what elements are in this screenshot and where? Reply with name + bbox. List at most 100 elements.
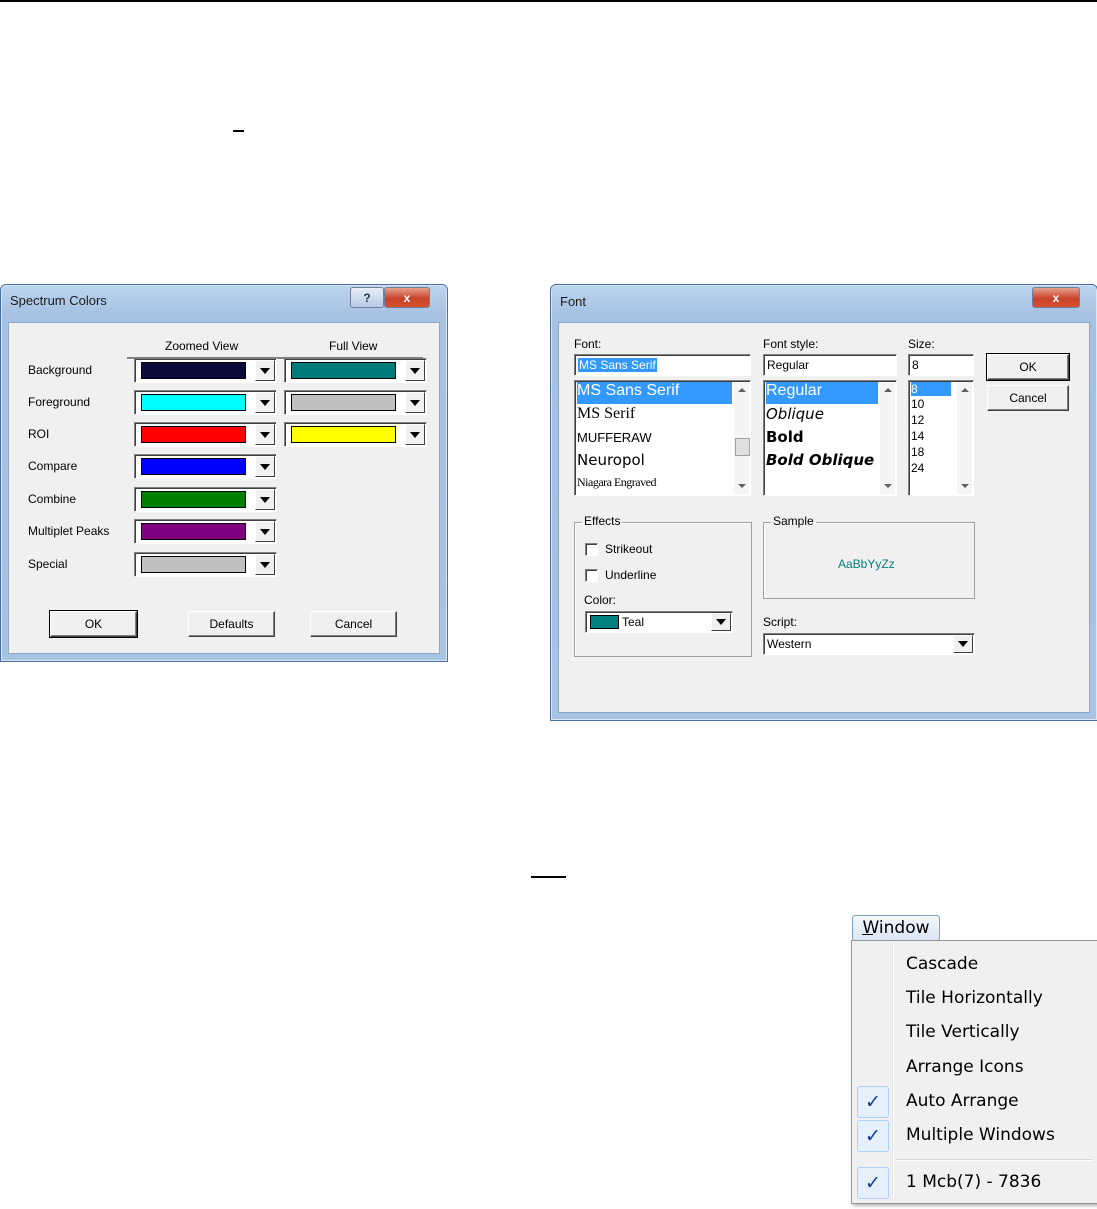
font-list-item[interactable]: MUFFERAW — [577, 430, 732, 445]
color-row-label: Foreground — [28, 395, 91, 409]
color-row-label: Special — [28, 557, 68, 571]
color-swatch — [590, 615, 619, 629]
size-item[interactable]: 24 — [911, 461, 955, 475]
dropdown-button[interactable] — [953, 635, 973, 653]
dropdown-button[interactable] — [255, 360, 275, 381]
font-list-scrollbar[interactable] — [734, 382, 750, 494]
font-style-item[interactable]: Bold Oblique — [766, 451, 878, 469]
close-button[interactable]: x — [1032, 287, 1080, 308]
font-list-item[interactable]: Niagara Engraved — [577, 475, 732, 490]
scroll-up-icon[interactable] — [961, 388, 969, 392]
zoomed-color-select[interactable] — [134, 422, 277, 447]
zoomed-color-select[interactable] — [134, 358, 277, 383]
font-list-item[interactable]: MS Serif — [577, 405, 732, 423]
color-label: Color: — [584, 593, 617, 607]
script-value: Western — [767, 637, 812, 651]
underline-checkbox[interactable] — [585, 569, 598, 582]
menu-item[interactable]: Arrange Icons — [906, 1057, 1024, 1077]
dropdown-button[interactable] — [255, 554, 275, 575]
dropdown-button[interactable] — [255, 392, 275, 413]
ok-button[interactable]: OK — [986, 353, 1070, 381]
color-swatch — [141, 362, 246, 379]
menu-item[interactable]: Cascade — [906, 954, 978, 974]
chevron-down-icon — [410, 367, 420, 374]
font-style-item[interactable]: Regular — [766, 382, 878, 404]
font-style-item[interactable]: Oblique — [766, 405, 878, 423]
size-item[interactable]: 18 — [911, 445, 955, 459]
style-list-scrollbar[interactable] — [880, 382, 895, 494]
mnemonic-underline — [862, 934, 873, 935]
scroll-down-icon[interactable] — [884, 484, 892, 488]
full-color-select[interactable] — [284, 422, 427, 447]
defaults-button[interactable]: Defaults — [188, 611, 275, 637]
full-color-select[interactable] — [284, 358, 427, 383]
font-list-item[interactable]: Neuropol — [577, 451, 732, 469]
size-item[interactable]: 12 — [911, 413, 955, 427]
dialog-title: Spectrum Colors — [10, 293, 107, 308]
size-item[interactable]: 14 — [911, 429, 955, 443]
menu-item[interactable]: Tile Vertically — [906, 1022, 1020, 1042]
window-menu-label: Window — [862, 918, 930, 938]
zoomed-color-select[interactable] — [134, 552, 277, 577]
chevron-down-icon — [260, 561, 270, 568]
font-style-item[interactable]: Bold — [766, 428, 878, 446]
menu-gutter — [892, 943, 893, 1201]
dropdown-button[interactable] — [255, 521, 275, 542]
chevron-down-icon — [958, 641, 968, 647]
menu-item[interactable]: Auto Arrange — [906, 1091, 1019, 1111]
color-swatch — [141, 556, 246, 573]
chevron-down-icon — [410, 431, 420, 438]
dropdown-button[interactable] — [711, 613, 731, 631]
dropdown-button[interactable] — [255, 424, 275, 445]
menu-item[interactable]: Multiple Windows — [906, 1125, 1055, 1145]
scroll-up-icon[interactable] — [738, 388, 746, 392]
scroll-up-icon[interactable] — [884, 388, 892, 392]
window-menu-button[interactable]: Window — [852, 915, 940, 941]
color-swatch — [141, 491, 246, 508]
color-swatch — [141, 523, 246, 540]
zoomed-color-select[interactable] — [134, 390, 277, 415]
menu-item[interactable]: 1 Mcb(7) - 7836 — [906, 1172, 1041, 1192]
color-select[interactable]: Teal — [585, 611, 733, 633]
underline-label: Underline — [605, 568, 657, 582]
zoomed-color-select[interactable] — [134, 487, 277, 512]
dropdown-button[interactable] — [405, 424, 425, 445]
chevron-down-icon — [716, 619, 726, 625]
window-menu: Cascade Tile Horizontally Tile Vertically A… — [851, 940, 1097, 1204]
strikeout-checkbox[interactable] — [585, 543, 598, 556]
close-button[interactable]: x — [384, 287, 430, 308]
font-input[interactable]: MS Sans Serif — [574, 354, 751, 376]
dropdown-button[interactable] — [255, 456, 275, 477]
dropdown-button[interactable] — [405, 360, 425, 381]
dropdown-button[interactable] — [405, 392, 425, 413]
font-style-list[interactable]: Regular Oblique Bold Bold Oblique — [763, 380, 897, 496]
size-input[interactable]: 8 — [908, 354, 974, 376]
font-list[interactable]: MS Sans Serif MS Serif MUFFERAW Neuropol… — [574, 380, 751, 496]
check-icon: ✓ — [857, 1086, 889, 1118]
color-swatch — [291, 426, 396, 443]
cancel-button[interactable]: Cancel — [310, 611, 397, 637]
scroll-down-icon[interactable] — [961, 484, 969, 488]
menu-item[interactable]: Tile Horizontally — [906, 988, 1043, 1008]
script-select[interactable]: Western — [763, 633, 975, 655]
scroll-thumb[interactable] — [735, 438, 750, 456]
dialog-client-area: Font: MS Sans Serif MS Sans Serif MS Ser… — [558, 322, 1090, 713]
zoomed-color-select[interactable] — [134, 454, 277, 479]
ok-button[interactable]: OK — [49, 610, 138, 638]
size-item[interactable]: 8 — [911, 382, 951, 396]
font-style-value: Regular — [767, 358, 810, 372]
help-button[interactable]: ? — [350, 287, 384, 308]
size-item[interactable]: 10 — [911, 397, 955, 411]
size-list[interactable]: 8 10 12 14 18 24 — [908, 380, 974, 496]
zoomed-color-select[interactable] — [134, 519, 277, 544]
scroll-down-icon[interactable] — [738, 484, 746, 488]
chevron-down-icon — [260, 528, 270, 535]
font-style-label: Font style: — [763, 337, 819, 351]
cancel-button[interactable]: Cancel — [987, 385, 1069, 411]
font-label: Font: — [574, 337, 602, 351]
size-list-scrollbar[interactable] — [957, 382, 972, 494]
dropdown-button[interactable] — [255, 489, 275, 510]
font-list-item[interactable]: MS Sans Serif — [577, 382, 732, 404]
full-color-select[interactable] — [284, 390, 427, 415]
font-style-input[interactable]: Regular — [763, 354, 897, 376]
